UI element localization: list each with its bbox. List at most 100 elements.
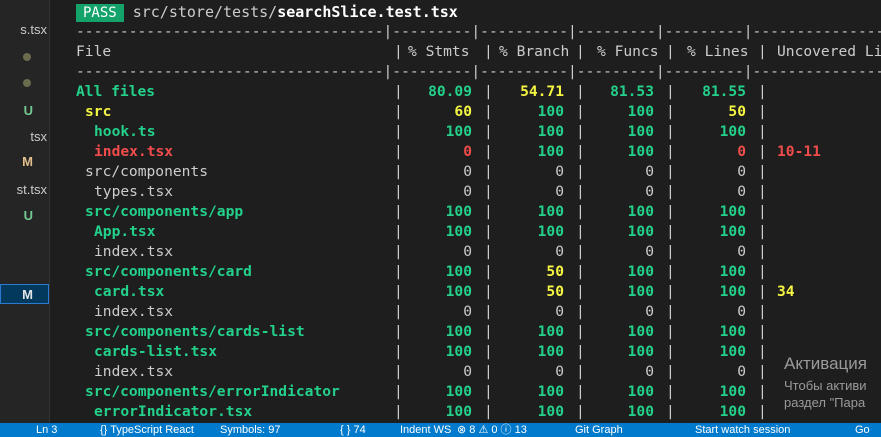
- status-item[interactable]: Go: [855, 423, 870, 437]
- table-row: src/components 0 0 0 0 | | | | |: [76, 162, 881, 182]
- column-divider: |: [576, 143, 585, 160]
- terminal-panel[interactable]: PASS src/store/tests/searchSlice.test.tsx…: [49, 0, 881, 423]
- table-row: types.tsx 0 0 0 0 | | | | |: [76, 182, 881, 202]
- sidebar-file-row[interactable]: tsx: [0, 127, 49, 147]
- table-row: index.tsx 0 100 100 0 10-11 | | | | |: [76, 142, 881, 162]
- branch-cell: 0: [555, 363, 564, 380]
- activation-line-1: Чтобы активи: [784, 378, 867, 393]
- sidebar-file-row[interactable]: M: [0, 152, 49, 172]
- stmts-cell: 0: [463, 243, 472, 260]
- column-divider: |: [758, 83, 767, 100]
- column-divider: |: [484, 123, 493, 140]
- lines-cell: 0: [737, 183, 746, 200]
- file-name-cell: index.tsx: [94, 363, 174, 380]
- file-name-cell: card.tsx: [94, 283, 165, 300]
- column-divider: |: [394, 343, 403, 360]
- uncovered-lines-cell: 10-11: [777, 143, 821, 160]
- column-divider: |: [394, 123, 403, 140]
- column-divider: |: [666, 283, 675, 300]
- column-header: % Lines: [687, 43, 749, 60]
- table-row: index.tsx 0 0 0 0 | | | | |: [76, 242, 881, 262]
- column-divider: |: [666, 163, 675, 180]
- file-name-cell: src/components/card: [85, 263, 252, 280]
- file-name-cell: src/components: [85, 163, 209, 180]
- status-item[interactable]: Indent WS: [400, 423, 451, 437]
- column-divider: |: [576, 323, 585, 340]
- sidebar-file-row[interactable]: st.tsx: [0, 180, 49, 200]
- lines-cell: 100: [719, 343, 746, 360]
- stmts-cell: 100: [445, 283, 472, 300]
- stmts-cell: 100: [445, 383, 472, 400]
- column-divider: |: [484, 283, 493, 300]
- column-divider: |: [484, 183, 493, 200]
- stmts-cell: 100: [445, 343, 472, 360]
- status-item[interactable]: Symbols: 97: [220, 423, 281, 437]
- table-row: src/components/app 100 100 100 100 | | | | |: [76, 202, 881, 222]
- file-name-cell: errorIndicator.tsx: [94, 403, 253, 420]
- sidebar-file-row[interactable]: s.tsx: [0, 20, 49, 40]
- column-divider: |: [484, 243, 493, 260]
- sidebar-file-label: st.tsx: [16, 182, 47, 197]
- sidebar-file-row[interactable]: [0, 73, 49, 93]
- file-name-cell: index.tsx: [94, 243, 174, 260]
- column-divider: |: [758, 363, 767, 380]
- column-divider: |: [666, 83, 675, 100]
- sidebar-file-row[interactable]: M: [0, 284, 49, 304]
- sidebar-file-row[interactable]: U: [0, 206, 49, 226]
- funcs-cell: 0: [645, 303, 654, 320]
- file-name-cell: index.tsx: [94, 143, 174, 160]
- funcs-cell: 0: [645, 363, 654, 380]
- column-divider: |: [394, 43, 403, 60]
- table-row: App.tsx 100 100 100 100 | | | | |: [76, 222, 881, 242]
- column-divider: |: [484, 223, 493, 240]
- column-divider: |: [576, 303, 585, 320]
- column-divider: |: [484, 163, 493, 180]
- column-divider: |: [576, 223, 585, 240]
- stmts-cell: 0: [463, 303, 472, 320]
- column-divider: |: [576, 283, 585, 300]
- test-path: src/store/tests/: [132, 3, 278, 21]
- branch-cell: 100: [537, 143, 564, 160]
- status-item[interactable]: { } 74: [340, 423, 366, 437]
- sidebar-file-label: tsx: [30, 129, 47, 144]
- file-name-cell: src: [85, 103, 112, 120]
- stmts-cell: 100: [445, 123, 472, 140]
- lines-cell: 0: [737, 143, 746, 160]
- modified-dot-icon: [23, 79, 31, 87]
- file-name-cell: hook.ts: [94, 123, 156, 140]
- column-divider: |: [484, 203, 493, 220]
- column-divider: |: [394, 383, 403, 400]
- status-item[interactable]: Git Graph: [575, 423, 623, 437]
- branch-cell: 54.71: [520, 83, 564, 100]
- sidebar-file-label: s.tsx: [20, 22, 47, 37]
- status-item[interactable]: Start watch session: [695, 423, 790, 437]
- column-divider: |: [758, 43, 767, 60]
- funcs-cell: 100: [627, 283, 654, 300]
- status-item[interactable]: Ln 3: [36, 423, 57, 437]
- column-divider: |: [758, 123, 767, 140]
- funcs-cell: 100: [627, 403, 654, 420]
- modified-dot-icon: [23, 53, 31, 61]
- status-item[interactable]: {} TypeScript React: [100, 423, 194, 437]
- lines-cell: 0: [737, 163, 746, 180]
- windows-activation-watermark: Активация Чтобы активи раздел "Пара: [784, 354, 867, 410]
- column-divider: |: [394, 203, 403, 220]
- column-divider: |: [394, 163, 403, 180]
- column-divider: |: [758, 403, 767, 420]
- column-divider: |: [576, 383, 585, 400]
- column-divider: |: [758, 283, 767, 300]
- sidebar-file-row[interactable]: [0, 47, 49, 67]
- column-header: % Stmts: [408, 43, 470, 60]
- column-header: File: [76, 43, 112, 60]
- column-divider: |: [394, 223, 403, 240]
- column-divider: |: [666, 123, 675, 140]
- branch-cell: 100: [537, 203, 564, 220]
- status-item[interactable]: ⊗ 8 ⚠ 0 ⓘ 13: [457, 423, 527, 437]
- column-divider: |: [576, 243, 585, 260]
- funcs-cell: 81.53: [610, 83, 654, 100]
- column-divider: |: [666, 343, 675, 360]
- sidebar-file-row[interactable]: U: [0, 101, 49, 121]
- lines-cell: 100: [719, 123, 746, 140]
- column-divider: |: [394, 263, 403, 280]
- column-divider: |: [484, 83, 493, 100]
